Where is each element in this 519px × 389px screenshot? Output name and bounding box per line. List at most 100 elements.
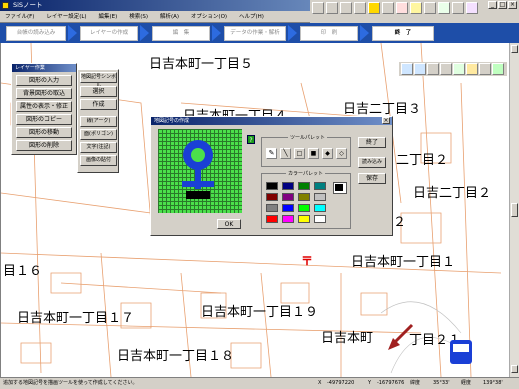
pencil-icon[interactable]: ✎ — [266, 148, 277, 159]
menu-file[interactable]: ファイル(F) — [0, 11, 39, 23]
menu-search[interactable]: 検索(S) — [124, 11, 153, 23]
map-symbol-button[interactable]: 地図記号シンボル — [80, 72, 117, 89]
map-canvas[interactable]: 日吉本町一丁目５ 日吉本町一丁目４ 日吉二丁目３ 二丁目２ 日吉二丁目２ ２ 日… — [0, 43, 509, 377]
dialog-close-button[interactable]: × — [382, 117, 390, 124]
select-button[interactable]: 選択 — [80, 86, 117, 97]
top-toolbar: _ □ × — [310, 0, 519, 23]
step-load[interactable]: 台帳の読み込み — [6, 26, 66, 41]
ok-button[interactable]: OK — [217, 219, 241, 229]
load-button[interactable]: 読み込み — [358, 157, 386, 168]
menu-analysis[interactable]: 解析(A) — [155, 11, 184, 23]
step-analysis[interactable]: データの作業・解析 — [224, 26, 286, 41]
step-edit[interactable]: 編 集 — [152, 26, 210, 41]
shape-copy-button[interactable]: 図形のコピー — [16, 114, 72, 125]
latitude-label: 緯度 — [410, 380, 421, 386]
grid-icon[interactable] — [424, 2, 436, 14]
layer-icon[interactable] — [368, 2, 380, 14]
map-label: 日吉本町一丁目１７ — [17, 311, 135, 326]
arrow-icon — [360, 25, 369, 41]
search-icon[interactable] — [396, 2, 408, 14]
color-swatch[interactable] — [298, 204, 310, 212]
eraser-icon[interactable]: ◇ — [336, 148, 347, 159]
menu-layer[interactable]: レイヤー設定(L) — [41, 11, 91, 23]
color-swatch[interactable] — [298, 193, 310, 201]
print-icon[interactable] — [326, 2, 338, 14]
color-swatch[interactable] — [266, 204, 278, 212]
scroll-up-icon[interactable] — [511, 45, 518, 53]
color-palette-label: カラーパレット — [286, 170, 325, 177]
lock-icon[interactable] — [410, 2, 422, 14]
color-swatch[interactable] — [266, 193, 278, 201]
color-swatch[interactable] — [314, 204, 326, 212]
attribute-edit-button[interactable]: 属性の表示・修正 — [16, 101, 72, 112]
save-button[interactable]: 保存 — [358, 173, 386, 184]
color-swatch[interactable] — [282, 204, 294, 212]
close-button[interactable]: × — [508, 1, 517, 9]
vertical-scrollbar[interactable] — [509, 43, 519, 377]
scroll-thumb[interactable] — [511, 203, 518, 217]
map-label: 日吉本町一丁目１ — [351, 255, 456, 270]
redo-icon[interactable] — [354, 2, 366, 14]
minimize-button[interactable]: _ — [488, 1, 497, 9]
color-swatch[interactable] — [298, 215, 310, 223]
post-office-icon: 〒 — [301, 254, 314, 268]
y-coordinate: -16797676 — [377, 380, 405, 386]
tool-palette-label: ツールパレット — [288, 134, 328, 141]
grid-toggle-icon[interactable] — [479, 63, 491, 75]
map-icon[interactable] — [438, 2, 450, 14]
globe-icon[interactable] — [453, 63, 465, 75]
bus-icon[interactable] — [450, 340, 472, 364]
zoom-in-icon[interactable] — [401, 63, 413, 75]
rectangle-icon[interactable]: □ — [294, 148, 305, 159]
finish-button[interactable]: 終了 — [358, 137, 386, 148]
info-icon[interactable] — [466, 2, 478, 14]
color-swatch[interactable] — [282, 182, 294, 190]
arc-button[interactable]: 線(アーク) — [80, 116, 117, 127]
color-swatch[interactable] — [314, 215, 326, 223]
scroll-down-icon[interactable] — [511, 365, 518, 373]
menu-edit[interactable]: 編集(E) — [94, 11, 123, 23]
pan-icon[interactable] — [440, 63, 452, 75]
current-color-frame — [333, 182, 347, 194]
folder-icon[interactable] — [466, 63, 478, 75]
filled-rectangle-icon[interactable]: ■ — [308, 148, 319, 159]
dialog-title: 地図記号の作成 — [151, 117, 392, 125]
polygon-button[interactable]: 面(ポリゴン) — [80, 129, 117, 140]
save-icon[interactable] — [312, 2, 324, 14]
paste-image-button[interactable]: 画像の貼付 — [80, 155, 117, 166]
step-print[interactable]: 印 刷 — [300, 26, 358, 41]
zoom-out-icon[interactable] — [414, 63, 426, 75]
color-swatch[interactable] — [298, 182, 310, 190]
map-label: 日吉二丁目３ — [343, 102, 422, 117]
shape-delete-button[interactable]: 図形の削除 — [16, 140, 72, 151]
color-swatch[interactable] — [282, 215, 294, 223]
fill-bucket-icon[interactable]: ◆ — [322, 148, 333, 159]
color-swatch[interactable] — [314, 193, 326, 201]
zoom-area-icon[interactable] — [427, 63, 439, 75]
pixel-grid-editor[interactable] — [158, 129, 242, 213]
color-swatch[interactable] — [266, 215, 278, 223]
menu-options[interactable]: オプション(O) — [186, 11, 232, 23]
shape-input-button[interactable]: 図形の入力 — [16, 75, 72, 86]
step-exit[interactable]: 終 了 — [372, 26, 434, 41]
latitude-value: 35°33' — [433, 380, 450, 386]
create-button[interactable]: 作成 — [80, 99, 117, 110]
background-import-button[interactable]: 背景図形の取込 — [16, 88, 72, 99]
line-icon[interactable]: ╲ — [280, 148, 291, 159]
help-icon[interactable] — [452, 2, 464, 14]
map-label: 日吉本町 — [321, 331, 374, 346]
menu-help[interactable]: ヘルプ(H) — [234, 11, 269, 23]
help-icon[interactable]: ? — [247, 135, 255, 144]
step-layer[interactable]: レイヤーの作成 — [80, 26, 138, 41]
color-swatch[interactable] — [282, 193, 294, 201]
tool-icon[interactable] — [382, 2, 394, 14]
color-swatch[interactable] — [266, 182, 278, 190]
y-label: Y — [368, 380, 372, 386]
maximize-button[interactable]: □ — [498, 1, 507, 9]
annotation-button[interactable]: 文字(注記) — [80, 142, 117, 153]
shape-move-button[interactable]: 図形の移動 — [16, 127, 72, 138]
legend-icon[interactable] — [492, 63, 504, 75]
map-label: 日吉本町一丁目１８ — [117, 349, 235, 364]
color-swatch[interactable] — [314, 182, 326, 190]
undo-icon[interactable] — [340, 2, 352, 14]
